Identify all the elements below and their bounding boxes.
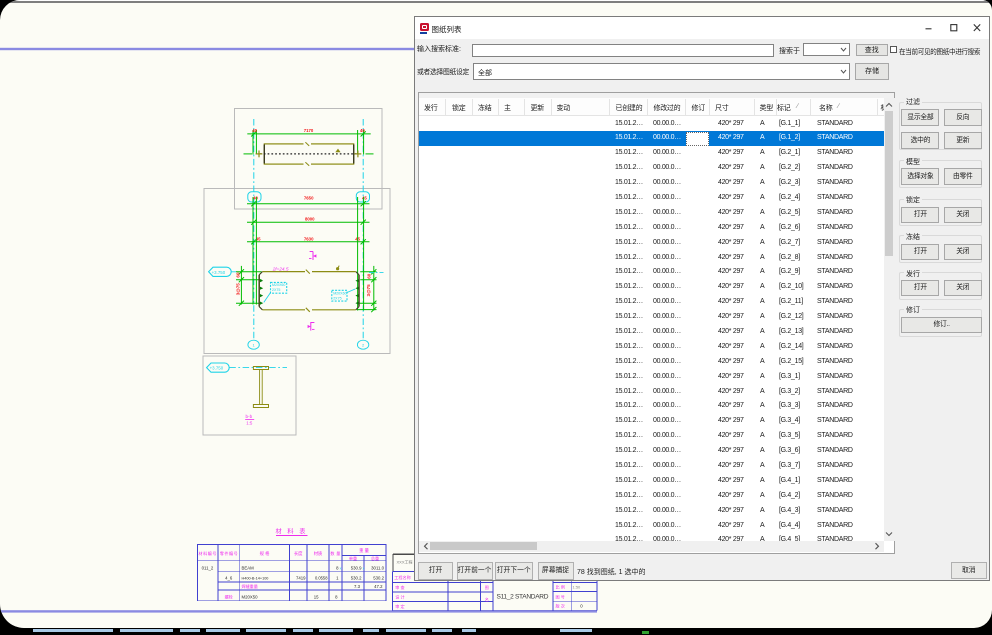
svg-text:530.2: 530.2 (373, 576, 384, 581)
svg-text:工程名称: 工程名称 (394, 574, 410, 580)
svg-text:S11_2 STANDARD: S11_2 STANDARD (497, 593, 549, 600)
svg-text:审 查: 审 查 (395, 584, 404, 590)
svg-text:单重: 单重 (349, 555, 357, 561)
svg-text:数量: 数量 (330, 550, 340, 556)
svg-text:1:5: 1:5 (246, 421, 253, 426)
svg-text:设 计: 设 计 (395, 594, 404, 600)
svg-text:审 定: 审 定 (395, 603, 404, 609)
svg-text:材质: 材质 (314, 550, 323, 557)
svg-text:零件编号: 零件编号 (220, 550, 238, 556)
svg-text:40: 40 (360, 128, 365, 133)
svg-text:版 次: 版 次 (556, 603, 565, 609)
svg-text:0: 0 (580, 604, 583, 609)
svg-text:3@75: 3@75 (235, 283, 240, 296)
svg-text:40: 40 (252, 128, 257, 133)
svg-text:011_2: 011_2 (202, 565, 214, 570)
svg-text:x: x (363, 566, 365, 570)
svg-text:XXX工程: XXX工程 (397, 559, 413, 565)
svg-text:3@75: 3@75 (366, 284, 371, 297)
svg-text:0.0558: 0.0558 (315, 576, 328, 581)
svg-text:40: 40 (253, 195, 258, 200)
svg-text:重 量: 重 量 (359, 547, 369, 554)
svg-text:7630: 7630 (304, 236, 314, 241)
svg-text:材 料 表: 材 料 表 (275, 528, 307, 536)
svg-text:7.3: 7.3 (354, 584, 361, 589)
svg-text:+3.750: +3.750 (210, 366, 224, 371)
svg-text:60: 60 (235, 272, 240, 278)
svg-text:8: 8 (335, 594, 338, 599)
svg-text:比 例: 比 例 (556, 584, 565, 590)
svg-text:BEAM: BEAM (242, 565, 255, 570)
svg-text:3011.0: 3011.0 (371, 565, 384, 570)
svg-text:530.2: 530.2 (351, 576, 362, 581)
svg-text:+3.750: +3.750 (212, 270, 226, 275)
svg-text:b-b: b-b (246, 414, 253, 419)
svg-text:长度: 长度 (294, 550, 303, 557)
svg-text:7419: 7419 (296, 576, 306, 581)
svg-text:45: 45 (362, 195, 367, 200)
svg-text:7170: 7170 (304, 128, 314, 133)
svg-text:总重: 总重 (371, 555, 379, 561)
svg-text:M20X60: M20X60 (272, 283, 285, 287)
svg-text:7650: 7650 (304, 195, 314, 200)
svg-text:4_6: 4_6 (225, 576, 233, 581)
svg-text:530.9: 530.9 (351, 565, 362, 570)
svg-text:2X75: 2X75 (272, 288, 280, 292)
svg-text:螺栓: 螺栓 (225, 593, 233, 599)
svg-text:1: 1 (252, 342, 255, 347)
svg-text:x: x (340, 566, 342, 570)
svg-text:2: 2 (362, 342, 365, 347)
svg-text:1:50: 1:50 (573, 584, 582, 589)
svg-text:8000: 8000 (305, 217, 315, 222)
svg-text:图 号: 图 号 (556, 593, 565, 599)
svg-text:焊缝重量: 焊缝重量 (242, 583, 258, 589)
svg-text:60: 60 (366, 273, 371, 279)
svg-text:规 格: 规 格 (260, 550, 270, 557)
svg-text:H400-B-14+100: H400-B-14+100 (242, 577, 269, 581)
svg-text:1: 1 (336, 576, 339, 581)
svg-text:2X75: 2X75 (333, 296, 341, 300)
svg-text:15: 15 (314, 594, 319, 599)
svg-text:47.2: 47.2 (374, 584, 383, 589)
svg-text:M20X60: M20X60 (333, 292, 346, 296)
svg-text:图: 图 (485, 584, 489, 590)
svg-text:M20X50: M20X50 (242, 594, 259, 599)
svg-text:材料编号: 材料编号 (199, 550, 217, 556)
svg-text:名: 名 (485, 596, 489, 602)
